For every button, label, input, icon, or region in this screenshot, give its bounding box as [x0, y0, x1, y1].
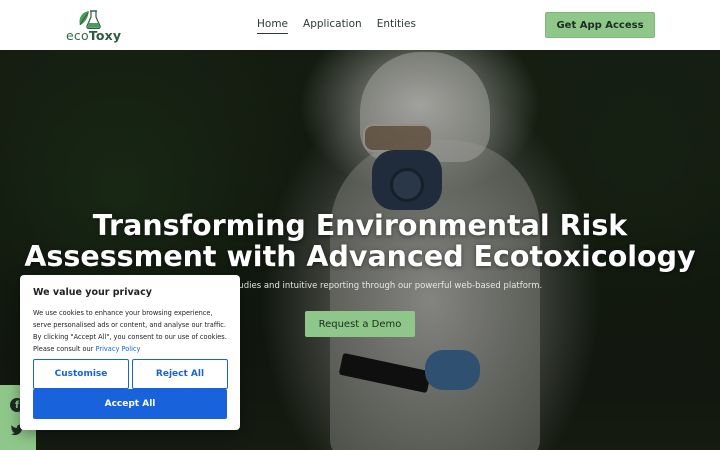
accept-all-button[interactable]: Accept All [33, 389, 227, 419]
cookie-buttons: Customise Reject All [33, 359, 228, 389]
cookie-title: We value your privacy [33, 287, 152, 298]
main-nav: Home Application Entities [257, 18, 431, 34]
hero-title-line1: Transforming Environmental Risk [92, 209, 628, 242]
page: ecoToxy Home Application Entities Get Ap… [0, 0, 720, 450]
customise-button[interactable]: Customise [33, 359, 129, 389]
nav-entities[interactable]: Entities [377, 18, 416, 34]
site-header: ecoToxy Home Application Entities Get Ap… [0, 0, 720, 50]
logo-text-prefix: eco [66, 28, 89, 43]
request-demo-button[interactable]: Request a Demo [305, 311, 415, 337]
nav-application[interactable]: Application [303, 18, 362, 34]
cookie-consent-banner: We value your privacy We use cookies to … [20, 275, 240, 430]
hero-title: Transforming Environmental Risk Assessme… [0, 210, 720, 272]
site-logo[interactable]: ecoToxy [66, 9, 121, 43]
hero-title-line2: Assessment with Advanced Ecotoxicology [24, 240, 696, 273]
cookie-text: We use cookies to enhance your browsing … [33, 307, 227, 355]
leaf-flask-icon [79, 10, 101, 29]
privacy-policy-link[interactable]: Privacy Policy [96, 345, 141, 353]
logo-text-suffix: Toxy [88, 28, 122, 43]
nav-home[interactable]: Home [257, 18, 289, 34]
reject-all-button[interactable]: Reject All [132, 359, 228, 389]
logo-text: ecoToxy [66, 28, 121, 43]
get-app-access-button[interactable]: Get App Access [545, 12, 655, 38]
